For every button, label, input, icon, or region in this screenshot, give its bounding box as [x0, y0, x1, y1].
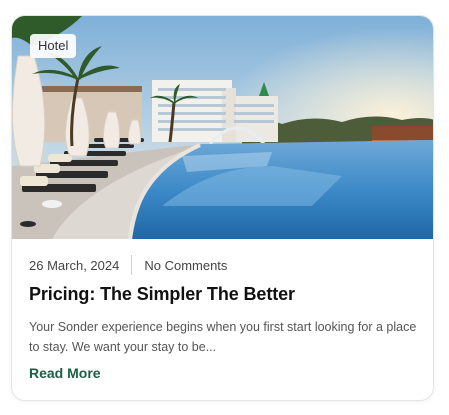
post-title[interactable]: Pricing: The Simpler The Better	[29, 284, 295, 305]
blog-post-card: Hotel 26 March, 2024 No Comments Pricing…	[11, 15, 434, 401]
post-meta: 26 March, 2024 No Comments	[29, 255, 227, 275]
post-featured-image[interactable]: Hotel	[12, 16, 433, 239]
read-more-link[interactable]: Read More	[29, 365, 101, 381]
meta-divider	[131, 255, 133, 275]
post-excerpt: Your Sonder experience begins when you f…	[29, 320, 417, 354]
comments-link[interactable]: No Comments	[144, 258, 227, 273]
post-date: 26 March, 2024	[29, 257, 120, 273]
category-badge[interactable]: Hotel	[30, 34, 77, 58]
